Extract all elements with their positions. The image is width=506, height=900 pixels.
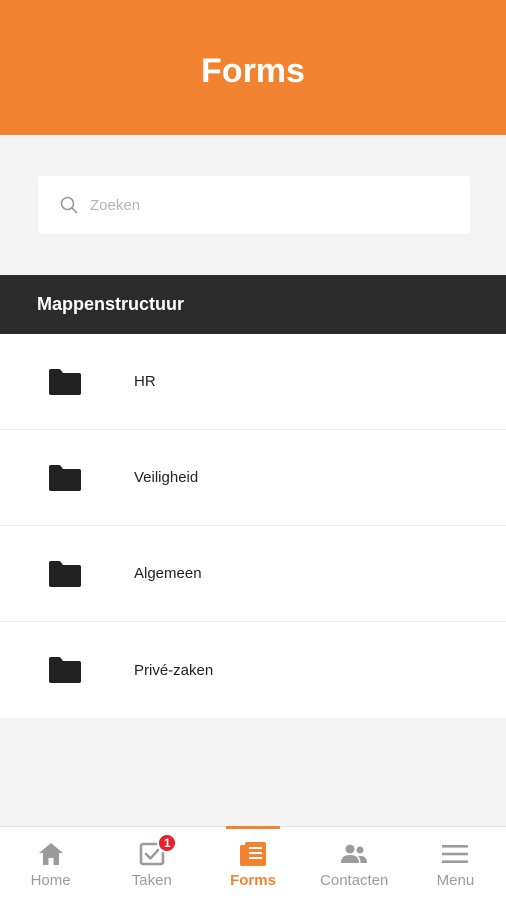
notification-badge: 1 [157,833,178,853]
folder-list: HR Veiligheid Algemeen Privé-zaken [0,334,506,718]
folder-item-veiligheid[interactable]: Veiligheid [0,430,506,526]
folder-label: Algemeen [134,565,202,582]
tab-label: Taken [131,872,172,889]
search-icon [60,196,78,214]
contacts-icon [340,841,368,867]
tab-menu[interactable]: Menu [405,827,506,900]
folder-label: Veiligheid [134,469,199,486]
tab-contacten[interactable]: Contacten [304,827,405,900]
folder-label: Privé-zaken [134,661,214,679]
tab-label: Home [30,872,71,889]
tab-label: Forms [230,872,276,889]
home-icon [37,841,65,867]
forms-icon [239,841,267,867]
bottom-tab-bar: Home 1 Taken Forms Contacten Menu [0,826,506,900]
section-header: Mappenstructuur [0,275,506,334]
menu-icon [441,841,469,867]
search-box[interactable] [38,176,470,234]
tab-taken[interactable]: 1 Taken [101,827,202,900]
tab-home[interactable]: Home [0,827,101,900]
folder-item-algemeen[interactable]: Algemeen [0,526,506,622]
folder-icon [47,368,83,396]
app-header: Forms [0,0,506,135]
tab-label: Menu [436,872,475,889]
search-input[interactable] [90,196,410,214]
folder-icon [47,656,83,684]
tab-label: Contacten [320,872,389,889]
folder-icon [47,464,83,492]
section-title: Mappenstructuur [37,294,185,314]
tab-forms[interactable]: Forms [202,826,303,900]
page-title: Forms [201,52,305,90]
folder-item-hr[interactable]: HR [0,334,506,430]
folder-label: HR [134,373,156,390]
folder-item-prive-zaken[interactable]: Privé-zaken [0,622,506,718]
folder-icon [47,560,83,588]
